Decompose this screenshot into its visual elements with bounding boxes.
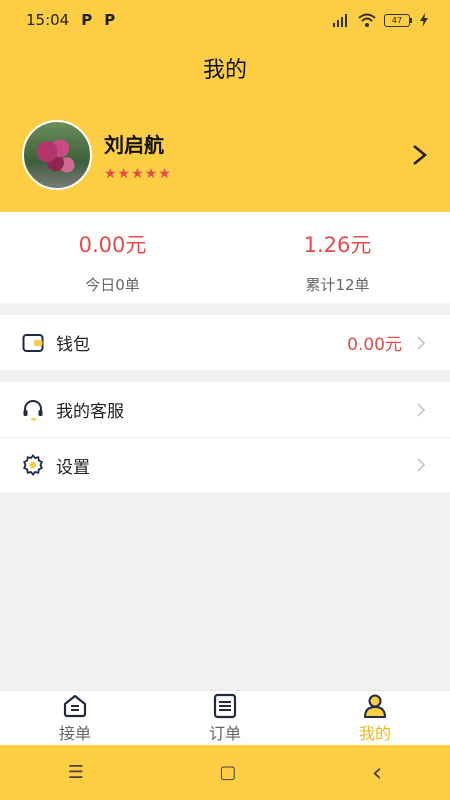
- service-card: 我的客服 设置: [0, 382, 450, 492]
- wallet-label: 钱包: [56, 335, 90, 355]
- chevron-right-icon: [417, 458, 426, 472]
- tab-orders[interactable]: 订单: [150, 691, 300, 746]
- wallet-row[interactable]: 钱包 0.00元: [0, 315, 450, 370]
- parking-app-icon: P: [104, 11, 116, 29]
- tab-label: 接单: [58, 724, 91, 743]
- battery-icon: 47: [384, 13, 412, 27]
- chevron-right-icon: [417, 335, 426, 350]
- profile-row[interactable]: 刘启航 ★★★★★: [22, 120, 430, 190]
- customer-service-label: 我的客服: [56, 402, 124, 422]
- profile-header: 我的 刘启航 ★★★★★: [0, 40, 450, 212]
- wallet-icon: [22, 332, 44, 354]
- customer-service-row[interactable]: 我的客服: [0, 382, 450, 437]
- charging-icon: [420, 13, 428, 27]
- status-right: 47: [332, 13, 428, 27]
- profile-text: 刘启航 ★★★★★: [104, 129, 410, 182]
- system-nav-bar: ☰ ▢ ‹: [0, 745, 450, 800]
- status-time: 15:04: [26, 11, 70, 29]
- today-orders: 今日0单: [85, 276, 140, 294]
- home-button-icon[interactable]: ▢: [219, 762, 236, 783]
- back-icon[interactable]: ‹: [372, 758, 382, 788]
- total-amount: 1.26元: [303, 233, 372, 257]
- earnings-stats: 0.00元 今日0单 1.26元 累计12单: [0, 212, 450, 303]
- status-bar: 15:04 P P 47: [0, 0, 450, 40]
- tab-mine[interactable]: 我的: [300, 691, 450, 746]
- page-title: 我的: [202, 58, 247, 83]
- today-amount: 0.00元: [78, 233, 147, 257]
- home-icon: [63, 694, 87, 718]
- person-icon: [364, 694, 386, 718]
- tab-accept-orders[interactable]: 接单: [0, 691, 150, 746]
- settings-label: 设置: [56, 457, 90, 478]
- star-rating: ★★★★★: [104, 165, 172, 182]
- menu-icon[interactable]: ☰: [68, 762, 84, 783]
- tab-label: 订单: [208, 724, 241, 743]
- stat-today: 0.00元 今日0单: [0, 212, 225, 303]
- chevron-right-icon[interactable]: [410, 143, 430, 167]
- tab-label: 我的: [358, 724, 391, 743]
- total-orders: 累计12单: [305, 276, 370, 294]
- stat-total: 1.26元 累计12单: [225, 212, 450, 303]
- chevron-right-icon: [417, 402, 426, 417]
- wallet-balance: 0.00元: [347, 335, 402, 355]
- wifi-icon: [358, 13, 376, 27]
- bottom-tab-bar: 接单 订单 我的: [0, 690, 450, 746]
- headset-icon: [22, 399, 44, 421]
- avatar[interactable]: [22, 120, 92, 190]
- parking-app-icon: P: [81, 11, 93, 29]
- user-name: 刘启航: [104, 132, 164, 157]
- signal-icon: [333, 14, 347, 27]
- status-left: 15:04 P P: [26, 11, 115, 29]
- order-list-icon: [213, 693, 237, 719]
- wallet-card: 钱包 0.00元: [0, 315, 450, 370]
- battery-level: 47: [384, 13, 410, 27]
- gear-icon: [22, 454, 44, 476]
- settings-row[interactable]: 设置: [0, 437, 450, 492]
